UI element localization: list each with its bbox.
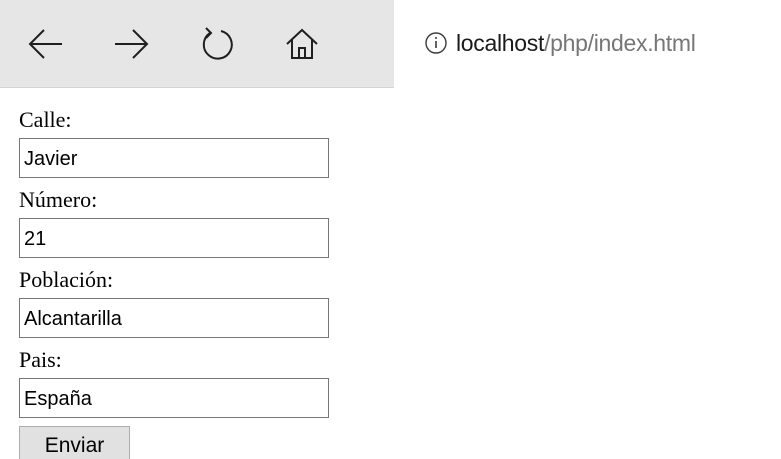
back-arrow-icon: [28, 29, 62, 59]
enviar-button[interactable]: Enviar: [19, 426, 130, 459]
forward-button[interactable]: [109, 22, 153, 66]
calle-label: Calle:: [19, 107, 72, 132]
poblacion-label: Población:: [19, 267, 114, 292]
home-button[interactable]: [280, 22, 324, 66]
address-bar[interactable]: localhost/php/index.html: [394, 0, 781, 88]
browser-toolbar: localhost/php/index.html: [0, 0, 781, 88]
refresh-icon: [202, 27, 233, 60]
calle-input[interactable]: [19, 138, 329, 178]
pais-label: Pais:: [19, 347, 62, 372]
poblacion-input[interactable]: [19, 298, 329, 338]
address-form: Calle: Número: Población: Pais: Enviar: [19, 106, 379, 459]
pais-input[interactable]: [19, 378, 329, 418]
url-text[interactable]: localhost/php/index.html: [456, 27, 696, 59]
forward-arrow-icon: [115, 29, 149, 59]
url-path: /php/index.html: [544, 30, 696, 56]
numero-input[interactable]: [19, 218, 329, 258]
info-icon[interactable]: [424, 31, 448, 55]
home-icon: [286, 28, 318, 59]
back-button[interactable]: [24, 22, 68, 66]
refresh-button[interactable]: [195, 22, 239, 66]
numero-label: Número:: [19, 187, 98, 212]
url-host: localhost: [456, 30, 545, 56]
